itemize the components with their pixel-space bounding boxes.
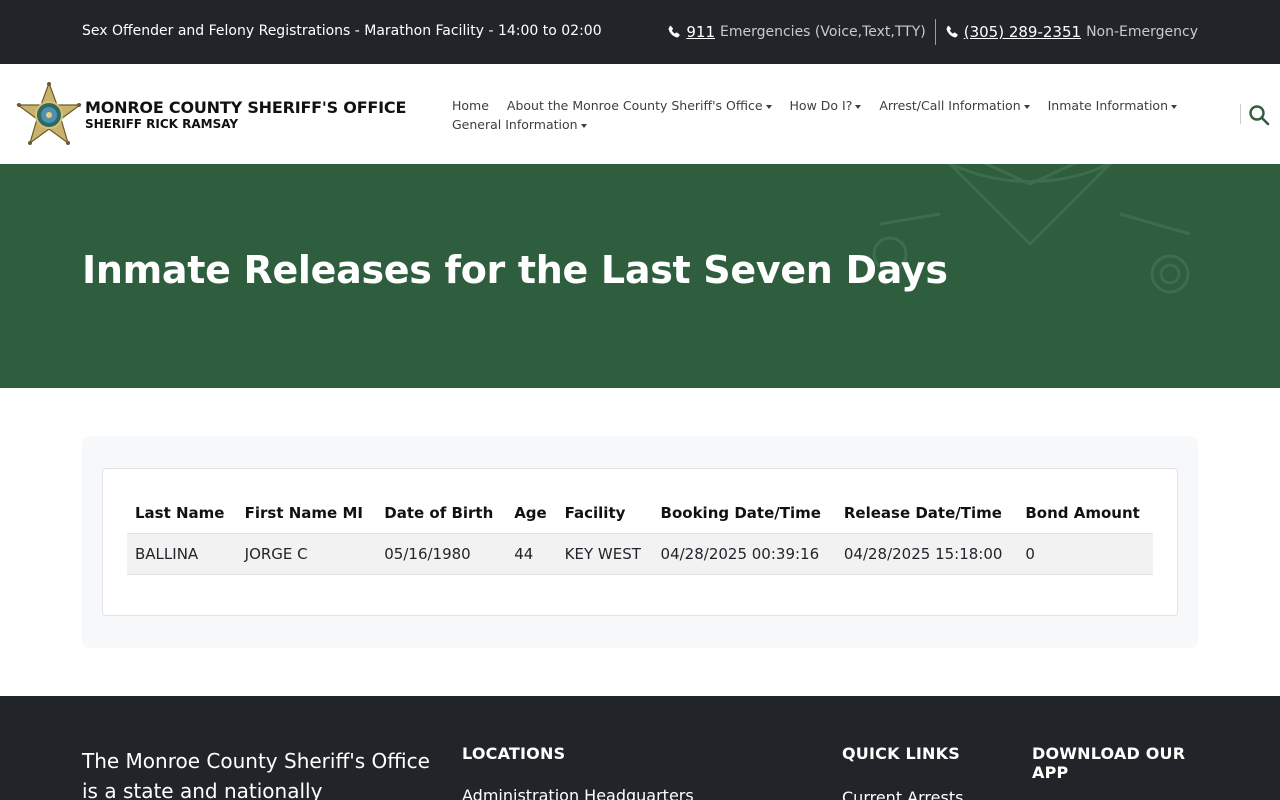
footer-about-text: The Monroe County Sheriff's Office is a …: [82, 749, 430, 800]
col-date-of-birth[interactable]: Date of Birth: [376, 493, 506, 533]
cell-facility: KEY WEST: [556, 532, 653, 575]
nonemergency-number-link[interactable]: (305) 289-2351: [964, 23, 1081, 41]
footer-app-heading: DOWNLOAD OUR APP: [1032, 744, 1186, 782]
phone-icon: [946, 25, 958, 38]
nav-how-do-i[interactable]: How Do I?: [790, 96, 862, 115]
main-nav: Home About the Monroe County Sheriff's O…: [452, 96, 1212, 134]
caret-down-icon: [855, 104, 862, 109]
facility-notice: Sex Offender and Felony Registrations - …: [82, 23, 602, 39]
nav-arrest-call-info[interactable]: Arrest/Call Information: [879, 96, 1030, 115]
caret-down-icon: [1023, 104, 1030, 109]
col-last-name[interactable]: Last Name: [127, 493, 237, 533]
caret-down-icon: [580, 123, 587, 128]
col-release-datetime[interactable]: Release Date/Time: [836, 493, 1017, 533]
nav-about[interactable]: About the Monroe County Sheriff's Office: [507, 96, 772, 115]
cell-age: 44: [506, 532, 557, 575]
page-hero: Inmate Releases for the Last Seven Days: [0, 164, 1280, 388]
releases-card: Last Name First Name MI Date of Birth Ag…: [102, 468, 1178, 616]
cell-last-name: BALLINA: [127, 532, 237, 575]
page-title: Inmate Releases for the Last Seven Days: [82, 248, 948, 292]
caret-down-icon: [765, 104, 772, 109]
col-first-name-mi[interactable]: First Name MI: [237, 493, 377, 533]
search-icon[interactable]: [1248, 104, 1270, 126]
cell-release-datetime: 04/28/2025 15:18:00: [835, 532, 1018, 575]
phone-icon: [668, 25, 681, 38]
site-header: MONROE COUNTY SHERIFF'S OFFICE SHERIFF R…: [0, 64, 1280, 164]
table-header-row: Last Name First Name MI Date of Birth Ag…: [127, 493, 1153, 533]
brand-title[interactable]: MONROE COUNTY SHERIFF'S OFFICE: [85, 98, 406, 117]
emergency-label: Emergencies (Voice,Text,TTY): [720, 24, 926, 40]
cell-date-of-birth: 05/16/1980: [376, 532, 507, 575]
emergency-number-link[interactable]: 911: [686, 23, 715, 41]
footer-link-current-arrests[interactable]: Current Arrests: [842, 788, 963, 800]
content-panel: Last Name First Name MI Date of Birth Ag…: [82, 436, 1198, 648]
nav-about-label: About the Monroe County Sheriff's Office: [506, 98, 763, 113]
nav-inmate-info[interactable]: Inmate Information: [1048, 96, 1177, 115]
col-bond-amount[interactable]: Bond Amount: [1017, 493, 1153, 533]
col-age[interactable]: Age: [506, 493, 556, 533]
col-booking-datetime[interactable]: Booking Date/Time: [653, 493, 836, 533]
sheriff-star-badge-icon[interactable]: [16, 82, 82, 146]
top-info-bar: Sex Offender and Felony Registrations - …: [0, 0, 1280, 64]
table-row: BALLINA JORGE C 05/16/1980 44 KEY WEST 0…: [127, 532, 1153, 575]
nonemergency-label: Non-Emergency: [1086, 24, 1198, 40]
nav-divider: [1240, 104, 1241, 124]
nav-general-info-label: General Information: [452, 117, 578, 132]
footer-locations-heading: LOCATIONS: [462, 744, 566, 763]
brand-subtitle: SHERIFF RICK RAMSAY: [85, 117, 239, 131]
nav-general-info[interactable]: General Information: [452, 115, 587, 134]
cell-first-name-mi: JORGE C: [236, 532, 377, 575]
nav-arrest-call-info-label: Arrest/Call Information: [879, 98, 1021, 113]
caret-down-icon: [1171, 104, 1177, 109]
cell-booking-datetime: 04/28/2025 00:39:16: [652, 532, 836, 575]
contact-numbers: 911 Emergencies (Voice,Text,TTY) (305) 2…: [667, 18, 1198, 46]
col-facility[interactable]: Facility: [557, 493, 653, 533]
nav-home-label: Home: [452, 98, 489, 113]
nav-home[interactable]: Home: [452, 96, 489, 115]
contact-divider: [934, 19, 936, 45]
nav-inmate-info-label: Inmate Information: [1047, 98, 1168, 113]
footer-quicklinks-heading: QUICK LINKS: [842, 744, 960, 763]
cell-bond-amount: 0: [1017, 532, 1153, 575]
site-footer: The Monroe County Sheriff's Office is a …: [0, 696, 1280, 800]
footer-link-admin-hq[interactable]: Administration Headquarters: [462, 786, 694, 800]
inmate-releases-table: Last Name First Name MI Date of Birth Ag…: [127, 493, 1153, 575]
nav-how-do-i-label: How Do I?: [789, 98, 853, 113]
